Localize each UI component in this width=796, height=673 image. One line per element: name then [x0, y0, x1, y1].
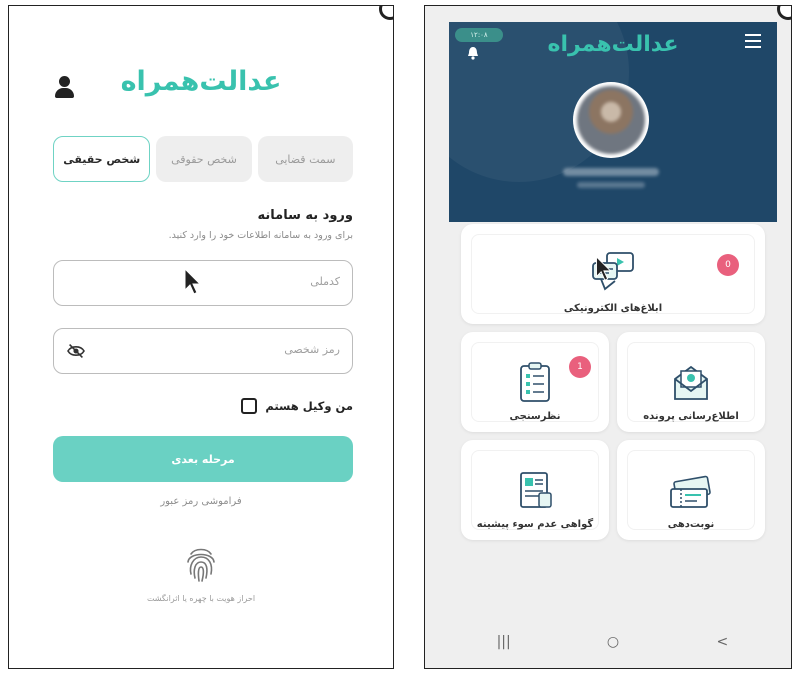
brand-logo: عدالت‌همراه [120, 66, 282, 97]
cursor-icon [184, 268, 201, 295]
password-placeholder: رمز شخصی [284, 343, 340, 356]
tab-legal-person[interactable]: شخص حقوقی [156, 136, 252, 182]
profile-header: ۱۲:۰۸ عدالت‌همراه [449, 22, 777, 222]
lawyer-checkbox[interactable] [241, 398, 258, 414]
home-button[interactable]: ○ [593, 634, 633, 650]
avatar[interactable] [573, 82, 649, 158]
user-name-blurred [563, 168, 659, 176]
eye-slash-icon[interactable] [66, 343, 86, 359]
card-electronic-notices-label: ابلاغ‌های الکترونیکی [563, 303, 663, 314]
password-input[interactable]: رمز شخصی [53, 328, 353, 374]
corner-close-icon [379, 6, 393, 20]
menu-icon[interactable] [745, 34, 761, 48]
survey-icon [520, 362, 550, 402]
card-clearance-certificate[interactable]: گواهی عدم سوء پیشینه [461, 440, 609, 540]
forgot-password-link[interactable]: فراموشی رمز عبور [33, 496, 369, 507]
clearance-icon [520, 472, 552, 508]
lawyer-checkbox-row[interactable]: من وکیل هستم [241, 398, 353, 414]
user-id-blurred [577, 182, 645, 188]
system-nav-bar: ||| ○ < [449, 622, 777, 662]
next-step-button[interactable]: مرحله بعدی [53, 436, 353, 482]
corner-close-icon [777, 6, 791, 20]
card-survey-label: نظرسنجی [509, 411, 561, 422]
fingerprint-icon[interactable] [183, 544, 219, 584]
card-case-information[interactable]: اطلاع‌رسانی پرونده [617, 332, 765, 432]
card-clearance-certificate-label: گواهی عدم سوء پیشینه [476, 519, 594, 530]
login-screen: عدالت‌همراه شخص حقیقی شخص حقوقی سمت قضای… [33, 28, 369, 668]
login-panel: عدالت‌همراه شخص حقیقی شخص حقوقی سمت قضای… [8, 5, 394, 669]
dashboard-panel: ۱۲:۰۸ عدالت‌همراه ابلاغ‌های الکترونیک [424, 5, 792, 669]
case-info-icon [674, 365, 708, 400]
notices-badge: 0 [717, 254, 739, 276]
national-code-input[interactable]: کدملی [53, 260, 353, 306]
dashboard-screen: ۱۲:۰۸ عدالت‌همراه ابلاغ‌های الکترونیک [449, 22, 777, 662]
national-code-placeholder: کدملی [310, 275, 340, 288]
page-subtitle: برای ورود به سامانه اطلاعات خود را وارد … [168, 230, 353, 241]
lawyer-checkbox-label: من وکیل هستم [265, 399, 353, 413]
user-type-tabs: شخص حقیقی شخص حقوقی سمت قضایی [53, 136, 353, 182]
card-electronic-notices[interactable]: ابلاغ‌های الکترونیکی 0 [461, 224, 765, 324]
tab-natural-person[interactable]: شخص حقیقی [53, 136, 151, 182]
card-case-information-label: اطلاع‌رسانی پرونده [643, 411, 739, 422]
tab-judicial[interactable]: سمت قضایی [257, 136, 353, 182]
recent-apps-button[interactable]: ||| [484, 634, 524, 650]
cursor-icon [596, 256, 612, 281]
card-appointment[interactable]: نوبت‌دهی [617, 440, 765, 540]
card-appointment-label: نوبت‌دهی [667, 519, 715, 530]
page-title: ورود به سامانه [257, 208, 354, 223]
biometric-caption: احراز هویت با چهره یا اثرانگشت [146, 594, 256, 603]
survey-badge: 1 [569, 356, 591, 378]
card-survey[interactable]: نظرسنجی 1 [461, 332, 609, 432]
appointment-icon [670, 475, 711, 508]
brand-logo: عدالت‌همراه [547, 32, 679, 57]
back-button[interactable]: < [702, 634, 742, 650]
